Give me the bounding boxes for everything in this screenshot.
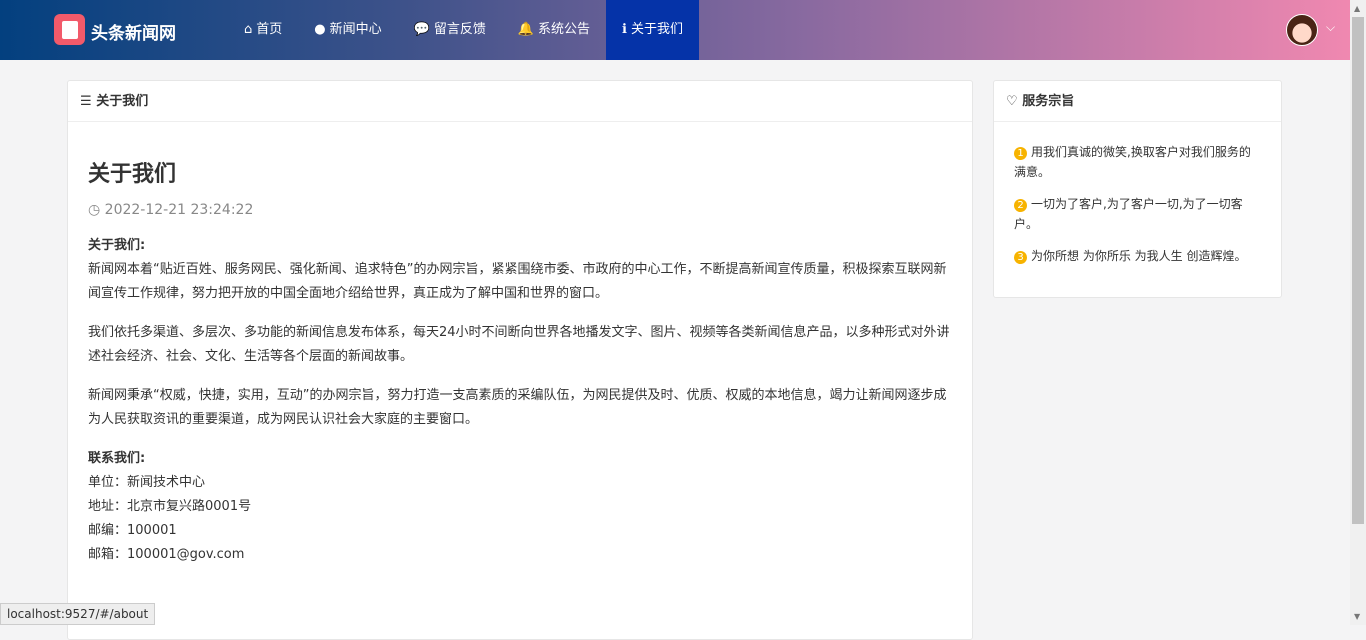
about-card: ☰ 关于我们 关于我们 ◷ 2022-12-21 23:24:22 关于我们: … — [67, 80, 973, 640]
clock-icon: ◷ — [88, 202, 105, 218]
contact-email: 邮箱：100001@gov.com — [88, 547, 245, 562]
number-badge: 3 — [1014, 251, 1027, 264]
nav-item-notice[interactable]: 🔔 系统公告 — [502, 0, 606, 60]
user-avatar[interactable] — [1286, 14, 1318, 46]
card-header-title: 关于我们 — [96, 94, 149, 109]
logo-icon[interactable] — [54, 14, 85, 45]
contact-unit: 单位：新闻技术中心 — [88, 475, 206, 490]
contact-heading: 联系我们: — [88, 451, 146, 466]
list-item: 1 用我们真诚的微笑,换取客户对我们服务的满意。 — [1014, 142, 1261, 182]
page-title: 关于我们 — [88, 162, 177, 187]
info-icon: ℹ — [622, 22, 627, 37]
brand-name[interactable]: 头条新闻网 — [91, 19, 176, 44]
status-bar-url: localhost:9527/#/about — [0, 603, 156, 625]
item-text: 为你所想 为你所乐 为我人生 创造辉煌。 — [1031, 249, 1247, 263]
number-badge: 1 — [1014, 147, 1027, 160]
item-text: 用我们真诚的微笑,换取客户对我们服务的满意。 — [1014, 145, 1251, 179]
service-card: ♡ 服务宗旨 1 用我们真诚的微笑,换取客户对我们服务的满意。 2 一切为了客户,为… — [993, 80, 1282, 298]
card-header: ☰ 关于我们 — [68, 81, 972, 122]
nav-label: 新闻中心 — [329, 22, 382, 37]
nav-label: 系统公告 — [538, 22, 591, 37]
paragraph: 新闻网秉承“权威，快捷，实用，互动”的办网宗旨，努力打造一支高素质的采编队伍，为… — [88, 388, 947, 427]
item-text: 一切为了客户,为了客户一切,为了一切客户。 — [1014, 197, 1243, 231]
home-icon: ⌂ — [244, 22, 253, 37]
card-header: ♡ 服务宗旨 — [994, 81, 1281, 122]
scrollbar[interactable]: ▲ ▼ — [1350, 0, 1366, 625]
globe-icon: ● — [314, 22, 326, 37]
scroll-down-icon[interactable]: ▼ — [1354, 612, 1360, 621]
scrollbar-thumb[interactable] — [1352, 17, 1364, 524]
top-navbar: 头条新闻网 ⌂ 首页 ● 新闻中心 💬 留言反馈 🔔 系统公告 ℹ 关于我们 ⌵ — [0, 0, 1350, 60]
nav-label: 留言反馈 — [433, 22, 486, 37]
card-header-title: 服务宗旨 — [1022, 94, 1075, 109]
list-icon: ☰ — [80, 94, 97, 109]
nav-item-feedback[interactable]: 💬 留言反馈 — [398, 0, 502, 60]
date-text: 2022-12-21 23:24:22 — [104, 202, 254, 218]
publish-date: ◷ 2022-12-21 23:24:22 — [88, 202, 952, 218]
nav-item-about[interactable]: ℹ 关于我们 — [606, 0, 700, 60]
nav-label: 首页 — [256, 22, 283, 37]
paragraph: 我们依托多渠道、多层次、多功能的新闻信息发布体系，每天24小时不间断向世界各地播… — [88, 325, 950, 364]
comment-icon: 💬 — [413, 22, 430, 37]
about-heading: 关于我们: — [88, 238, 146, 253]
list-item: 2 一切为了客户,为了客户一切,为了一切客户。 — [1014, 194, 1261, 234]
bell-icon: 🔔 — [517, 22, 535, 37]
nav-item-news[interactable]: ● 新闻中心 — [298, 0, 397, 60]
chevron-down-icon[interactable]: ⌵ — [1326, 20, 1335, 35]
contact-address: 地址：北京市复兴路0001号 — [88, 499, 252, 514]
heart-icon: ♡ — [1006, 94, 1023, 109]
scroll-up-icon[interactable]: ▲ — [1354, 4, 1360, 13]
contact-zip: 邮编：100001 — [88, 523, 177, 538]
paragraph: 新闻网本着“贴近百姓、服务网民、强化新闻、追求特色”的办网宗旨，紧紧围绕市委、市… — [88, 262, 947, 301]
nav-label: 关于我们 — [631, 22, 684, 37]
list-item: 3 为你所想 为你所乐 为我人生 创造辉煌。 — [1014, 246, 1261, 266]
main-menu: ⌂ 首页 ● 新闻中心 💬 留言反馈 🔔 系统公告 ℹ 关于我们 — [228, 0, 700, 60]
nav-item-home[interactable]: ⌂ 首页 — [228, 0, 298, 60]
number-badge: 2 — [1014, 199, 1027, 212]
